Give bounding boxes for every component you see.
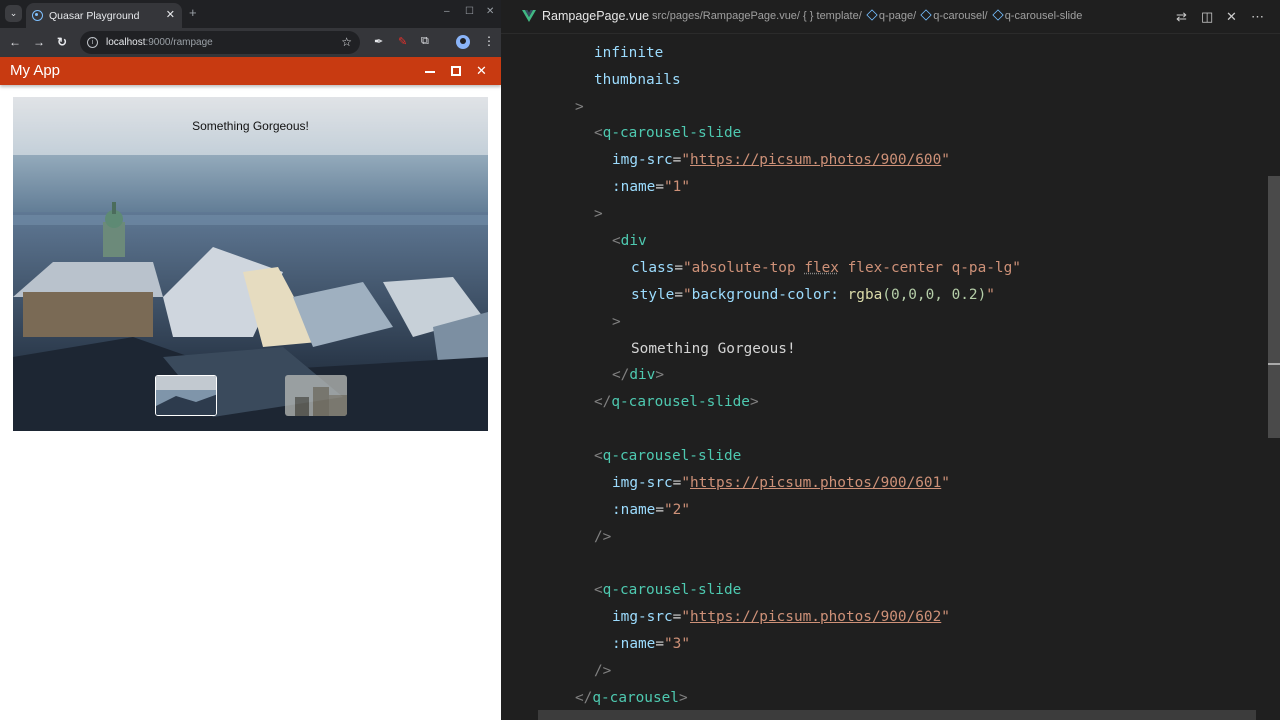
component-icon (920, 9, 932, 21)
image-carousel[interactable]: Something Gorgeous! (13, 97, 488, 431)
code-area[interactable]: infinite thumbnails > <q-carousel-slide … (501, 40, 1261, 720)
address-bar[interactable]: i localhost:9000/rampage ☆ (80, 31, 360, 54)
code-line: <q-carousel-slide (594, 582, 742, 598)
app-maximize-icon[interactable] (451, 66, 461, 76)
app-header: My App ✕ (0, 57, 501, 85)
vue-file-icon (522, 10, 536, 22)
new-tab-button[interactable]: + (189, 5, 197, 20)
window-minimize-button[interactable]: – (444, 6, 450, 17)
bookmark-star-icon[interactable]: ☆ (341, 35, 352, 49)
breadcrumb: src/pages/RampagePage.vue/ { } template/… (652, 9, 1083, 22)
app-title: My App (10, 62, 61, 79)
code-line: <q-carousel-slide (594, 125, 742, 141)
carousel-thumbnail[interactable] (155, 375, 217, 416)
pen-extension-icon[interactable]: ✒ (374, 35, 386, 49)
code-line: /> (594, 529, 612, 545)
code-line: :name="1" (612, 179, 691, 195)
browser-toolbar: ← → ↻ i localhost:9000/rampage ☆ ✒ ✎ ⧉ ⋮ (0, 28, 501, 57)
more-actions-icon[interactable]: ⋯ (1251, 9, 1264, 25)
back-arrow-icon[interactable]: ← (9, 35, 21, 49)
code-line: > (612, 314, 621, 330)
code-line: img-src="https://picsum.photos/900/600" (612, 152, 950, 168)
code-line: <div (612, 233, 647, 249)
red-extension-icon[interactable]: ✎ (398, 35, 410, 49)
app-minimize-icon[interactable] (425, 71, 435, 73)
code-editor: RampagePage.vue src/pages/RampagePage.vu… (501, 0, 1280, 720)
code-line: style="background-color: rgba(0,0,0, 0.2… (631, 287, 995, 303)
breadcrumb-item[interactable]: q-page/ (879, 10, 916, 22)
code-line: > (575, 99, 584, 115)
code-line: class="absolute-top flex flex-center q-p… (631, 260, 1021, 276)
close-editor-icon[interactable]: ✕ (1226, 9, 1237, 25)
tab-strip: ⌄ Quasar Playground ✕ + – ☐ ✕ (0, 0, 501, 28)
code-line: img-src="https://picsum.photos/900/602" (612, 609, 950, 625)
browser-menu-icon[interactable]: ⋮ (483, 34, 495, 48)
quasar-favicon-icon (32, 10, 43, 21)
scrollbar-cursor-marker (1268, 363, 1280, 365)
app-close-icon[interactable]: ✕ (476, 63, 487, 79)
extensions-puzzle-icon[interactable]: ⧉ (421, 35, 433, 49)
compare-changes-icon[interactable]: ⇄ (1176, 9, 1187, 25)
breadcrumb-template[interactable]: { } template/ (803, 10, 862, 22)
url-host: localhost (106, 37, 146, 48)
caption-text: Something Gorgeous! (192, 119, 309, 133)
component-icon (866, 9, 878, 21)
reload-icon[interactable]: ↻ (57, 35, 67, 49)
code-line: > (594, 206, 603, 222)
breadcrumb-path[interactable]: src/pages/RampagePage.vue/ (652, 10, 800, 22)
breadcrumb-item[interactable]: q-carousel/ (933, 10, 987, 22)
thumbnail-image (285, 375, 347, 416)
profile-avatar-icon[interactable] (456, 35, 470, 49)
window-maximize-button[interactable]: ☐ (465, 6, 474, 17)
tab-close-icon[interactable]: ✕ (166, 8, 175, 21)
code-line: infinite (594, 45, 664, 61)
code-line: :name="3" (612, 636, 691, 652)
site-info-icon[interactable]: i (87, 37, 98, 48)
window-close-button[interactable]: ✕ (486, 6, 494, 17)
browser-tab[interactable]: Quasar Playground ✕ (26, 3, 182, 28)
code-line: </div> (612, 367, 664, 383)
forward-arrow-icon[interactable]: → (33, 35, 45, 49)
split-editor-icon[interactable]: ◫ (1201, 9, 1213, 25)
code-line: img-src="https://picsum.photos/900/601" (612, 475, 950, 491)
carousel-caption: Something Gorgeous! (13, 97, 488, 155)
code-line: thumbnails (594, 72, 681, 88)
horizontal-scrollbar[interactable] (538, 710, 1256, 720)
code-line: </q-carousel-slide> (594, 394, 759, 410)
code-line: /> (594, 663, 612, 679)
url-text[interactable]: localhost:9000/rampage (106, 37, 213, 48)
carousel-thumbnail[interactable] (285, 375, 347, 416)
editor-file-name[interactable]: RampagePage.vue (542, 9, 649, 23)
component-icon (992, 9, 1004, 21)
code-line: :name="2" (612, 502, 691, 518)
code-line: <q-carousel-slide (594, 448, 742, 464)
thumbnail-image (156, 376, 216, 415)
breadcrumb-item[interactable]: q-carousel-slide (1005, 10, 1083, 22)
url-path: :9000/rampage (145, 37, 213, 48)
vertical-scrollbar[interactable] (1268, 176, 1280, 438)
tab-title: Quasar Playground (49, 9, 140, 22)
browser-window: ⌄ Quasar Playground ✕ + – ☐ ✕ ← → ↻ i lo… (0, 0, 501, 720)
tab-search-icon[interactable]: ⌄ (5, 5, 22, 22)
code-line: </q-carousel> (575, 690, 688, 706)
code-line: Something Gorgeous! (631, 341, 796, 357)
editor-tab-header: RampagePage.vue src/pages/RampagePage.vu… (501, 0, 1280, 34)
